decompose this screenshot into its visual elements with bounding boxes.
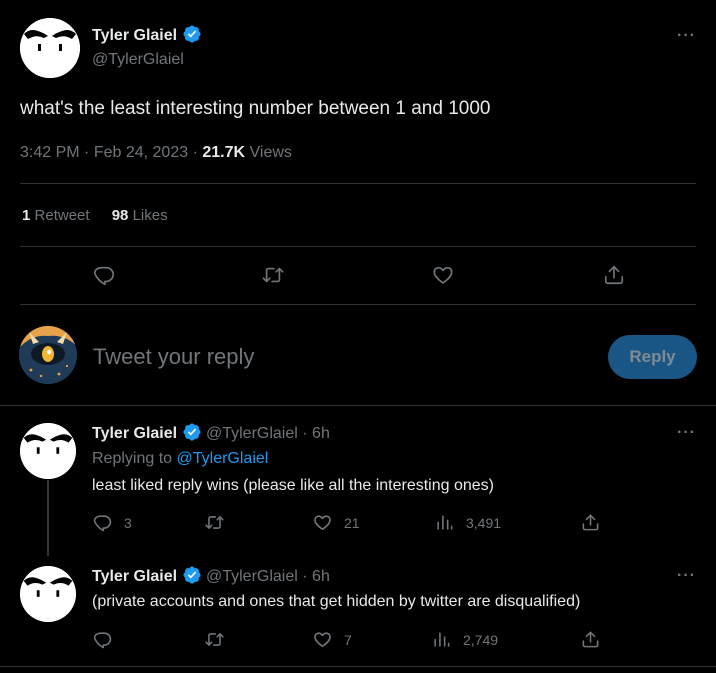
verified-badge-icon — [182, 25, 201, 43]
like-icon — [314, 515, 331, 531]
reply-submit-button[interactable]: Reply — [608, 335, 697, 379]
like-count: 21 — [344, 514, 360, 531]
share-button[interactable] — [581, 513, 600, 532]
like-button[interactable]: 21 — [313, 513, 360, 532]
reply-author-avatar[interactable] — [20, 566, 76, 622]
like-icon — [314, 632, 331, 648]
view-count: 3,491 — [466, 514, 502, 531]
retweet-stat[interactable]: 1 Retweet — [22, 207, 94, 224]
view-count: 2,749 — [463, 631, 499, 648]
divider — [0, 405, 716, 406]
engagement-stats: 1 Retweet 98 Likes — [22, 207, 168, 224]
tweet-meta: 3:42 PM · Feb 24, 2023 · 21.7K Views — [20, 144, 292, 162]
retweet-button[interactable] — [262, 264, 284, 286]
reply-button[interactable]: 3 — [93, 513, 132, 532]
current-user-avatar[interactable] — [19, 326, 77, 384]
reply-icon — [93, 632, 112, 649]
reply-text: (private accounts and ones that get hidd… — [92, 593, 581, 610]
views-count: 21.7K — [202, 144, 246, 161]
replying-to: Replying to @TylerGlaiel — [92, 450, 268, 468]
divider — [20, 246, 696, 247]
reply-text: least liked reply wins (please like all … — [92, 477, 494, 494]
reply-input[interactable]: Tweet your reply — [93, 344, 254, 370]
retweet-icon — [205, 516, 224, 529]
reply-icon — [93, 515, 112, 532]
meta-separator: · — [302, 568, 308, 585]
views-label: Views — [249, 144, 292, 161]
author-name[interactable]: Tyler Glaiel — [92, 27, 177, 44]
author-handle[interactable]: @TylerGlaiel — [92, 51, 184, 69]
reply-button[interactable] — [93, 264, 115, 286]
verified-badge-icon — [182, 423, 201, 441]
divider — [0, 666, 716, 667]
author-avatar[interactable] — [20, 18, 80, 78]
reply-header: Tyler Glaiel @TylerGlaiel · 6h — [92, 422, 330, 443]
retweet-icon — [205, 633, 224, 646]
reply-time[interactable]: 6h — [312, 425, 330, 442]
retweet-count: 1 — [22, 207, 31, 224]
retweet-button[interactable] — [205, 630, 236, 649]
reply-author-handle[interactable]: @TylerGlaiel — [206, 568, 298, 585]
avatar-face-icon — [20, 423, 76, 479]
reply-author-name[interactable]: Tyler Glaiel — [92, 425, 177, 442]
replying-to-handle[interactable]: @TylerGlaiel — [177, 450, 269, 467]
reply-author-handle[interactable]: @TylerGlaiel — [206, 425, 298, 442]
likes-stat[interactable]: 98 Likes — [112, 207, 168, 224]
views-icon — [437, 515, 453, 530]
more-icon[interactable]: ··· — [677, 27, 696, 45]
avatar-face-icon — [20, 566, 76, 622]
share-icon — [582, 631, 599, 648]
retweet-button[interactable] — [205, 513, 236, 532]
tweet-time[interactable]: 3:42 PM — [20, 144, 80, 161]
thread-connector — [47, 480, 49, 556]
like-button[interactable]: 7 — [313, 630, 352, 649]
verified-badge-icon — [182, 566, 201, 584]
likes-label: Likes — [132, 207, 168, 224]
like-button[interactable] — [432, 264, 454, 286]
reply-time[interactable]: 6h — [312, 568, 330, 585]
divider — [20, 183, 696, 184]
retweet-label: Retweet — [34, 207, 90, 224]
views-button[interactable]: 2,749 — [432, 630, 498, 649]
views-icon — [434, 632, 450, 647]
avatar-face-icon — [20, 18, 80, 78]
like-count: 7 — [344, 631, 352, 648]
share-icon — [604, 265, 624, 285]
share-button[interactable] — [603, 264, 625, 286]
more-icon[interactable]: ··· — [677, 424, 696, 442]
reply-button[interactable] — [93, 630, 124, 649]
more-icon[interactable]: ··· — [677, 567, 696, 585]
replying-to-label: Replying to — [92, 450, 173, 467]
reply-header: Tyler Glaiel @TylerGlaiel · 6h — [92, 565, 330, 586]
tweet-text: what's the least interesting number betw… — [20, 98, 491, 119]
share-button[interactable] — [581, 630, 600, 649]
share-icon — [582, 514, 599, 531]
reply-count: 3 — [124, 514, 132, 531]
meta-separator: · — [302, 425, 308, 442]
reply-author-name[interactable]: Tyler Glaiel — [92, 568, 177, 585]
retweet-icon — [262, 267, 284, 283]
views-button[interactable]: 3,491 — [435, 513, 501, 532]
reply-icon — [94, 266, 114, 286]
like-icon — [433, 266, 453, 284]
reply-author-avatar[interactable] — [20, 423, 76, 479]
meta-separator: · — [192, 144, 198, 161]
divider — [20, 304, 696, 305]
author-name-row: Tyler Glaiel — [92, 24, 202, 45]
owl-avatar-icon — [19, 326, 77, 384]
meta-separator: · — [84, 144, 90, 161]
tweet-date[interactable]: Feb 24, 2023 — [94, 144, 188, 161]
likes-count: 98 — [111, 207, 129, 224]
